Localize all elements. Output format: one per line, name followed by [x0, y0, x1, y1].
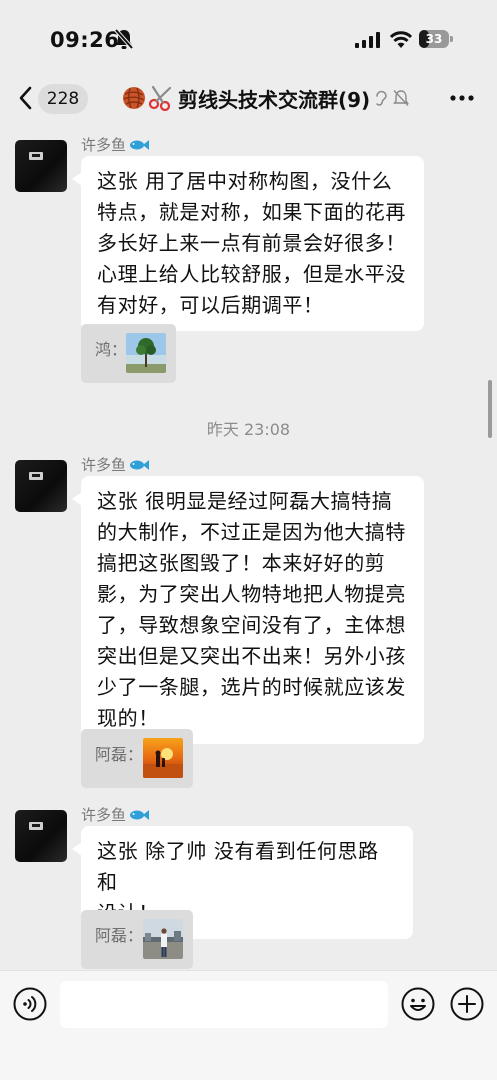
- scissors-icon: [148, 85, 172, 111]
- group-title: 剪线头技术交流群(9): [178, 87, 371, 112]
- sender-name: 许多鱼: [81, 134, 150, 155]
- sunset-silhouette-photo-thumbnail[interactable]: [143, 738, 183, 778]
- sender-name-text: 许多鱼: [81, 136, 127, 154]
- sender-name: 许多鱼: [81, 454, 150, 475]
- battery-level: 33: [425, 32, 443, 46]
- message-line: 特点，就是对称，如果下面的花再: [97, 200, 406, 224]
- message-line: 有对好，可以后期调平！: [97, 293, 324, 317]
- quoted-sender: 鸿：: [95, 340, 128, 359]
- message-line: 影，为了突出人物特地把人物提亮: [97, 582, 406, 606]
- avatar[interactable]: [15, 810, 67, 862]
- message-line: 搞把这张图毁了！本来好好的剪: [97, 551, 386, 575]
- fish-icon: [130, 459, 150, 470]
- voice-icon[interactable]: [13, 987, 47, 1021]
- bell-off-icon: [393, 90, 410, 106]
- emoji-icon[interactable]: [401, 987, 435, 1021]
- bell-off-icon: [114, 28, 134, 50]
- fish-icon: [130, 139, 150, 150]
- message-bubble[interactable]: 这张 很明显是经过阿磊大搞特搞 的大制作，不过正是因为他大搞特 搞把这张图毁了！…: [72, 476, 424, 744]
- battery-icon: 33: [419, 30, 453, 48]
- unread-count-badge[interactable]: 228: [38, 84, 88, 114]
- sender-name-text: 许多鱼: [81, 456, 127, 474]
- message-line: 这张 除了帅 没有看到任何思路和: [97, 839, 379, 894]
- chat-header: 228 剪线头技术交流群(9): [0, 70, 497, 126]
- group-title-area[interactable]: 剪线头技术交流群(9): [122, 82, 410, 114]
- wifi-icon: [389, 31, 413, 48]
- ear-icon: [376, 90, 387, 106]
- status-bar: 09:26 33: [0, 0, 497, 70]
- quoted-message[interactable]: 阿磊：: [81, 729, 193, 788]
- quoted-sender: 阿磊：: [95, 926, 144, 945]
- tree-photo-thumbnail[interactable]: [126, 333, 166, 373]
- message-line: 的大制作，不过正是因为他大搞特: [97, 520, 406, 544]
- message-input[interactable]: [60, 981, 388, 1028]
- man-on-street-photo-thumbnail[interactable]: [143, 919, 183, 959]
- yarn-ball-icon: [123, 87, 145, 109]
- sender-name-text: 许多鱼: [81, 806, 127, 824]
- status-time: 09:26: [50, 28, 120, 52]
- message-line: 这张 用了居中对称构图，没什么: [97, 169, 393, 193]
- chat-message-list[interactable]: 许多鱼 这张 用了居中对称构图，没什么 特点，就是对称，如果下面的花再 多长好上…: [0, 126, 497, 970]
- input-bar: [0, 970, 497, 1080]
- avatar[interactable]: [15, 140, 67, 192]
- sender-name: 许多鱼: [81, 804, 150, 825]
- message-line: 了，导致想象空间没有了，主体想: [97, 613, 406, 637]
- more-icon[interactable]: [450, 95, 474, 101]
- message-line: 多长好上来一点有前景会好很多！: [97, 231, 406, 255]
- quoted-sender: 阿磊：: [95, 745, 144, 764]
- message-line: 少了一条腿，选片的时候就应该发: [97, 675, 406, 699]
- quoted-message[interactable]: 阿磊：: [81, 910, 193, 969]
- fish-icon: [130, 809, 150, 820]
- message-line: 心理上给人比较舒服，但是水平没: [97, 262, 406, 286]
- avatar[interactable]: [15, 460, 67, 512]
- plus-icon[interactable]: [450, 987, 484, 1021]
- timestamp-divider: 昨天 23:08: [206, 420, 291, 439]
- message-line: 这张 很明显是经过阿磊大搞特搞: [97, 489, 393, 513]
- signal-icon: [355, 32, 380, 48]
- chevron-left-icon[interactable]: [16, 84, 36, 112]
- message-bubble[interactable]: 这张 用了居中对称构图，没什么 特点，就是对称，如果下面的花再 多长好上来一点有…: [72, 156, 424, 331]
- scrollbar[interactable]: [488, 380, 492, 438]
- message-line: 突出但是又突出不出来！另外小孩: [97, 644, 406, 668]
- quoted-message[interactable]: 鸿：: [81, 324, 176, 383]
